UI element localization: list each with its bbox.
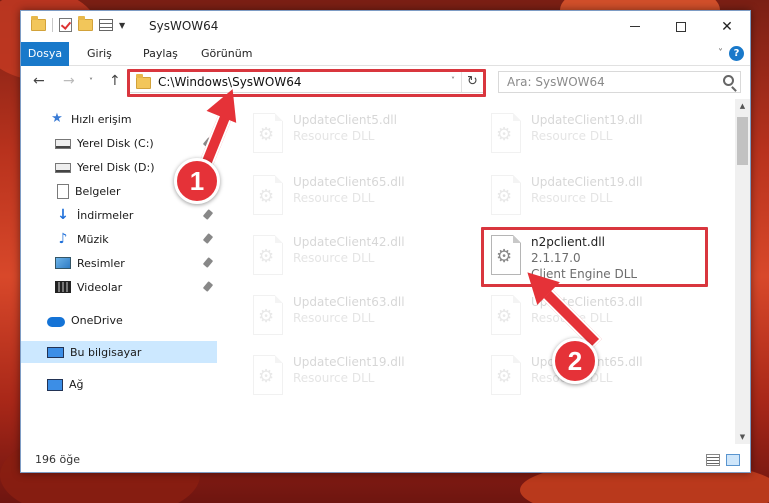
address-highlight-box <box>127 69 486 97</box>
file-item[interactable]: UpdateClient63.dll Resource DLL <box>247 289 477 343</box>
file-item[interactable]: UpdateClient63.dll Resource DLL <box>485 289 715 343</box>
help-icon[interactable]: ? <box>729 46 744 61</box>
details-view-icon[interactable] <box>706 454 720 466</box>
status-bar: 196 öğe <box>21 448 750 472</box>
pin-icon <box>202 257 214 268</box>
sidebar-item-label: Ağ <box>69 377 84 391</box>
dll-file-icon <box>491 355 521 395</box>
sidebar-item-label: Hızlı erişim <box>71 112 132 126</box>
drive-icon <box>55 139 71 149</box>
file-explorer-window: ▼ SysWOW64 ✕ Dosya Giriş Paylaş Görünüm … <box>20 10 751 473</box>
sidebar-item-label: OneDrive <box>71 313 123 327</box>
tab-home[interactable]: Giriş <box>87 42 112 66</box>
downloads-icon: ↓ <box>57 207 69 223</box>
close-button[interactable]: ✕ <box>704 11 750 42</box>
folder-icon <box>31 16 46 31</box>
back-arrow-icon[interactable]: ← <box>33 73 45 89</box>
sidebar-item-music[interactable]: ♪ Müzik <box>21 228 217 250</box>
scroll-thumb[interactable] <box>737 117 748 165</box>
drive-icon <box>55 163 71 173</box>
network-icon <box>47 378 63 391</box>
window-controls: ✕ <box>612 11 750 42</box>
pin-icon <box>202 209 214 220</box>
step-badge-2: 2 <box>552 338 598 384</box>
search-icon[interactable] <box>723 75 734 86</box>
file-item[interactable]: UpdateClient19.dll Resource DLL <box>485 107 715 161</box>
dll-file-icon <box>253 355 283 395</box>
dll-file-icon <box>253 235 283 275</box>
sidebar-item-label: Belgeler <box>75 184 121 198</box>
up-arrow-icon[interactable]: ↑ <box>109 73 121 89</box>
sidebar-item-network[interactable]: Ağ <box>21 373 217 395</box>
navigation-pane: ★ Hızlı erişim Yerel Disk (C:) Yerel Dis… <box>21 99 217 444</box>
maximize-button[interactable] <box>658 11 704 42</box>
properties-check-icon[interactable] <box>59 18 72 32</box>
dll-file-icon <box>253 175 283 215</box>
scroll-down-icon[interactable]: ▼ <box>735 430 750 444</box>
minimize-icon <box>630 26 640 27</box>
sidebar-item-label: Resimler <box>77 256 125 270</box>
close-icon: ✕ <box>721 18 733 35</box>
ribbon-tabs: Dosya Giriş Paylaş Görünüm ˅ ? <box>21 42 750 66</box>
view-list-icon[interactable] <box>99 19 113 31</box>
file-item[interactable]: UpdateClient42.dll Resource DLL <box>247 229 477 283</box>
title-bar: ▼ SysWOW64 ✕ <box>21 11 750 42</box>
pin-icon <box>202 233 214 244</box>
sidebar-item-quick-access[interactable]: ★ Hızlı erişim <box>21 108 217 130</box>
file-item[interactable]: UpdateClient19.dll Resource DLL <box>247 349 477 403</box>
pin-icon <box>202 281 214 292</box>
sidebar-item-label: İndirmeler <box>77 208 134 222</box>
pictures-icon <box>55 257 71 269</box>
dll-file-icon <box>491 113 521 153</box>
minimize-button[interactable] <box>612 11 658 42</box>
tab-file[interactable]: Dosya <box>21 42 69 66</box>
sidebar-item-label: Yerel Disk (C:) <box>77 136 154 150</box>
file-item[interactable]: UpdateClient19.dll Resource DLL <box>485 169 715 223</box>
onedrive-icon <box>47 316 65 327</box>
documents-icon <box>57 183 69 199</box>
dll-file-icon <box>253 113 283 153</box>
tab-view[interactable]: Görünüm <box>201 42 252 66</box>
sidebar-item-label: Bu bilgisayar <box>70 345 142 359</box>
recent-locations-icon[interactable]: ˅ <box>89 77 93 86</box>
sidebar-item-local-disk-c[interactable]: Yerel Disk (C:) <box>21 132 217 154</box>
step-badge-1: 1 <box>174 158 220 204</box>
sidebar-item-label: Videolar <box>77 280 123 294</box>
star-icon: ★ <box>51 111 63 126</box>
quick-access-toolbar: ▼ <box>31 16 125 32</box>
sidebar-item-label: Müzik <box>77 232 109 246</box>
file-item[interactable]: UpdateClient5.dll Resource DLL <box>247 107 477 161</box>
forward-arrow-icon[interactable]: → <box>63 73 75 89</box>
sidebar-item-pictures[interactable]: Resimler <box>21 252 217 274</box>
file-item[interactable]: UpdateClient65.dll Resource DLL <box>247 169 477 223</box>
item-count: 196 öğe <box>35 453 80 466</box>
search-placeholder[interactable]: Ara: SysWOW64 <box>507 75 605 89</box>
file-highlight-box <box>481 227 708 287</box>
vertical-scrollbar[interactable]: ▲ ▼ <box>735 99 750 444</box>
file-item[interactable]: UpdateClient65.dll Resource DLL <box>485 349 715 403</box>
music-icon: ♪ <box>58 231 68 247</box>
maximize-icon <box>676 21 686 32</box>
sidebar-item-onedrive[interactable]: OneDrive <box>21 309 217 331</box>
new-folder-icon[interactable] <box>78 16 93 31</box>
videos-icon <box>55 281 71 293</box>
qat-dropdown-icon[interactable]: ▼ <box>119 21 125 30</box>
sidebar-item-videos[interactable]: Videolar <box>21 276 217 298</box>
tab-share[interactable]: Paylaş <box>143 42 178 66</box>
sidebar-item-label: Yerel Disk (D:) <box>77 160 155 174</box>
search-box[interactable]: Ara: SysWOW64 <box>498 71 741 93</box>
window-title: SysWOW64 <box>149 19 219 33</box>
scroll-up-icon[interactable]: ▲ <box>735 99 750 113</box>
dll-file-icon <box>491 295 521 335</box>
sidebar-item-this-pc[interactable]: Bu bilgisayar <box>21 341 217 363</box>
dll-file-icon <box>491 175 521 215</box>
sidebar-item-downloads[interactable]: ↓ İndirmeler <box>21 204 217 226</box>
expand-ribbon-icon[interactable]: ˅ <box>718 48 723 59</box>
tiles-view-icon[interactable] <box>726 454 740 466</box>
dll-file-icon <box>253 295 283 335</box>
computer-icon <box>47 347 64 358</box>
